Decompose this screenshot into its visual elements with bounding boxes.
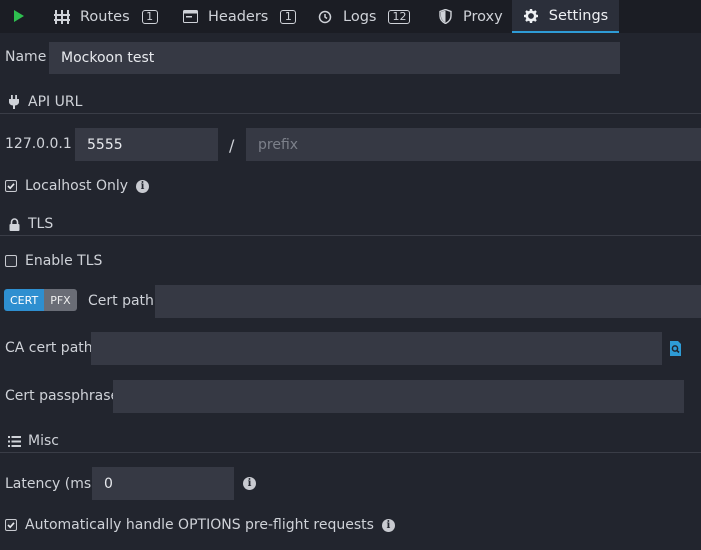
ca-cert-path-input[interactable]: [91, 332, 662, 365]
tab-bar: Routes 1 Headers 1 Logs 12 Proxy Setting…: [0, 0, 701, 33]
localhost-only-label: Localhost Only: [25, 178, 129, 194]
enable-tls-row: Enable TLS: [5, 253, 102, 269]
tab-proxy-label: Proxy: [463, 8, 503, 25]
logs-count-badge: 12: [388, 9, 411, 24]
misc-section-title: Misc: [28, 433, 59, 449]
play-icon[interactable]: [14, 10, 24, 22]
api-url-divider: [0, 113, 701, 114]
tab-headers-label: Headers: [208, 8, 269, 25]
latency-info-icon[interactable]: i: [243, 477, 256, 490]
api-url-section-header: API URL: [6, 94, 82, 110]
plug-icon: [6, 94, 22, 110]
options-info-icon[interactable]: i: [381, 518, 395, 532]
tab-routes-label: Routes: [80, 8, 130, 25]
name-label: Name: [5, 49, 47, 65]
tls-divider: [0, 235, 701, 236]
localhost-only-checkbox[interactable]: [5, 180, 17, 192]
tls-section-header: TLS: [6, 216, 53, 232]
environment-name-input[interactable]: [49, 42, 620, 74]
tls-section-title: TLS: [28, 216, 54, 232]
latency-label: Latency (ms): [5, 476, 97, 492]
tab-settings-label: Settings: [548, 7, 609, 24]
port-input[interactable]: [75, 128, 218, 161]
tab-routes[interactable]: Routes 1: [54, 0, 158, 33]
host-label: 127.0.0.1 :: [5, 136, 81, 152]
headers-count-badge: 1: [280, 9, 297, 24]
lock-icon: [6, 216, 22, 232]
enable-tls-checkbox[interactable]: [5, 255, 17, 267]
cert-toggle-option[interactable]: CERT: [4, 289, 45, 311]
misc-section-header: Misc: [6, 433, 59, 449]
cert-passphrase-input[interactable]: [113, 380, 684, 413]
info-icon[interactable]: i: [136, 179, 150, 193]
latency-input[interactable]: [92, 467, 234, 500]
prefix-input[interactable]: [246, 128, 701, 161]
gear-icon: [523, 8, 539, 24]
localhost-only-row: Localhost Only i: [5, 178, 150, 194]
cert-passphrase-label: Cert passphrase: [5, 388, 120, 404]
options-preflight-checkbox[interactable]: [5, 519, 17, 531]
misc-divider: [0, 452, 701, 453]
file-browse-icon[interactable]: [669, 341, 682, 360]
cert-path-input[interactable]: [155, 285, 701, 318]
cert-type-toggle: CERT PFX: [4, 289, 77, 311]
tab-proxy[interactable]: Proxy: [437, 0, 503, 33]
options-preflight-label: Automatically handle OPTIONS pre-flight …: [25, 517, 374, 533]
tab-headers[interactable]: Headers 1: [182, 0, 297, 33]
tab-logs-label: Logs: [343, 8, 377, 25]
pfx-toggle-option[interactable]: PFX: [44, 289, 77, 311]
cert-path-label: Cert path: [88, 293, 154, 309]
tab-settings[interactable]: Settings: [512, 0, 619, 33]
enable-tls-label: Enable TLS: [25, 253, 103, 269]
url-separator: /: [229, 136, 235, 155]
routes-icon: [54, 9, 70, 25]
tab-logs[interactable]: Logs 12: [317, 0, 411, 33]
routes-count-badge: 1: [141, 9, 158, 24]
list-icon: [6, 433, 22, 449]
shield-icon: [437, 9, 453, 25]
api-url-section-title: API URL: [28, 94, 83, 110]
ca-cert-path-label: CA cert path: [5, 340, 93, 356]
headers-icon: [182, 9, 198, 25]
history-icon: [317, 9, 333, 25]
options-preflight-row: Automatically handle OPTIONS pre-flight …: [5, 517, 395, 533]
